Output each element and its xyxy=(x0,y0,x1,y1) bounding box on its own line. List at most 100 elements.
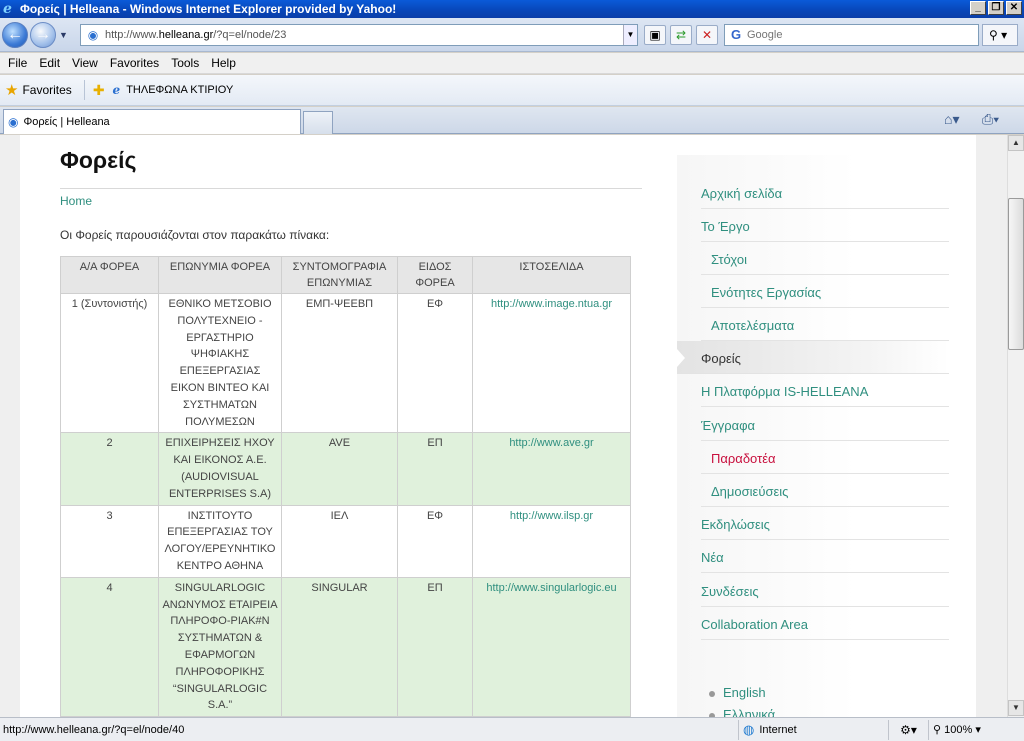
sidebar-item-links[interactable]: Συνδέσεις xyxy=(701,574,949,607)
cell-name: ΕΘΝΙΚΟ ΜΕΤΣΟΒΙΟ ΠΟΛΥΤΕΧΝΕΙΟ - ΕΡΓΑΣΤΗΡΙΟ… xyxy=(158,292,282,434)
url-domain: helleana.gr xyxy=(158,29,214,41)
cell-type: ΕΦ xyxy=(397,292,473,434)
status-bar: http://www.helleana.gr/?q=el/node/40 ◍ In… xyxy=(0,717,1024,741)
website-link[interactable]: http://www.ave.gr xyxy=(509,437,593,449)
maximize-button[interactable]: ❐ xyxy=(988,1,1004,15)
sidebar-item-work-packages[interactable]: Ενότητες Εργασίας xyxy=(701,275,949,308)
forward-button[interactable]: → xyxy=(30,22,56,48)
favorite-link[interactable]: ΤΗΛΕΦΩΝΑ ΚΤΙΡΙΟΥ xyxy=(126,84,233,96)
zoom-icon: ⚲ xyxy=(933,723,942,736)
sidebar-item-news[interactable]: Νέα xyxy=(701,540,949,573)
menu-tools[interactable]: Tools xyxy=(167,56,207,70)
cell-abbreviation: AVE xyxy=(281,432,398,506)
cell-number: 4 xyxy=(60,576,159,717)
language-label: Ελληνικά xyxy=(723,707,776,717)
menu-favorites[interactable]: Favorites xyxy=(106,56,167,70)
back-button[interactable]: ← xyxy=(2,22,28,48)
sidebar-item-publications[interactable]: Δημοσιεύσεις xyxy=(701,474,949,507)
cell-type: ΕΠ xyxy=(397,576,473,717)
website-link[interactable]: http://www.ilsp.gr xyxy=(510,510,593,522)
cell-abbreviation: ΕΜΠ-ΨΕΕΒΠ xyxy=(281,292,398,434)
scroll-up-icon[interactable]: ▲ xyxy=(1008,135,1024,151)
website-link[interactable]: http://www.singularlogic.eu xyxy=(486,582,616,594)
scrollbar-thumb[interactable] xyxy=(1008,198,1024,350)
sidebar-item-partners[interactable]: Φορείς xyxy=(677,341,949,374)
table-row: 4 SINGULARLOGIC ΑΝΩΝΥΜΟΣ ΕΤΑΙΡΕΙΑ ΠΛΗΡΟΦ… xyxy=(60,576,631,717)
header-name: ΕΠΩΝΥΜΙΑ ΦΟΡΕΑ xyxy=(158,256,282,294)
security-zone: ◍ Internet xyxy=(738,719,888,740)
compatibility-view-icon[interactable]: ▣ xyxy=(644,25,666,45)
minimize-button[interactable]: _ xyxy=(970,1,986,15)
tab-active[interactable]: ◉ Φορείς | Helleana xyxy=(3,109,301,134)
status-text: http://www.helleana.gr/?q=el/node/40 xyxy=(3,723,185,736)
zoom-level[interactable]: ⚲ 100% ▾ xyxy=(928,719,1023,740)
history-dropdown-icon[interactable]: ▼ xyxy=(59,30,68,40)
protected-mode-icon[interactable]: ⚙▾ xyxy=(888,719,928,740)
zone-label: Internet xyxy=(759,723,797,736)
header-website: ΙΣΤΟΣΕΛΙΔΑ xyxy=(472,256,631,294)
sidebar-item-goals[interactable]: Στόχοι xyxy=(701,242,949,275)
navigation-bar: ← → ▼ ◉ http://www.helleana.gr/?q=el/nod… xyxy=(0,18,1024,52)
page-icon: ◉ xyxy=(87,28,99,42)
cell-type: ΕΦ xyxy=(397,504,473,578)
language-english[interactable]: English xyxy=(709,685,766,700)
sidebar-item-documents[interactable]: Έγγραφα xyxy=(701,408,949,441)
sidebar-item-results[interactable]: Αποτελέσματα xyxy=(701,308,949,341)
url-suffix: /?q=el/node/23 xyxy=(213,29,287,41)
favorites-separator xyxy=(83,80,85,100)
tab-title: Φορείς | Helleana xyxy=(23,116,110,128)
ie-logo-icon: e xyxy=(3,1,12,17)
search-input[interactable] xyxy=(747,29,978,41)
page-title: Φορείς xyxy=(60,147,137,173)
intro-text: Οι Φορείς παρουσιάζονται στον παρακάτω π… xyxy=(60,228,330,242)
home-icon[interactable]: ⌂▾ xyxy=(944,111,959,128)
search-button[interactable]: ⚲ ▾ xyxy=(982,24,1018,46)
header-type: ΕΙΔΟΣ ΦΟΡΕΑ xyxy=(397,256,473,294)
menu-edit[interactable]: Edit xyxy=(35,56,68,70)
vertical-scrollbar[interactable]: ▲ ▼ xyxy=(1007,135,1024,717)
menu-help[interactable]: Help xyxy=(207,56,244,70)
refresh-icon[interactable]: ⇄ xyxy=(670,25,692,45)
arrow-left-icon: ← xyxy=(7,26,23,43)
url-prefix: http://www. xyxy=(105,29,159,41)
new-tab-button[interactable] xyxy=(303,111,333,134)
sidebar-item-collaboration[interactable]: Collaboration Area xyxy=(701,607,949,640)
language-greek[interactable]: Ελληνικά xyxy=(709,707,775,717)
cell-website: http://www.ilsp.gr xyxy=(472,504,631,578)
cell-name: ΙΝΣΤΙΤΟΥΤΟ ΕΠΕΞΕΡΓΑΣΙΑΣ ΤΟΥ ΛΟΓΟΥ/ΕΡΕΥΝΗ… xyxy=(158,504,282,578)
address-url[interactable]: http://www.helleana.gr/?q=el/node/23 xyxy=(105,29,623,41)
content-viewport: Φορείς Home Οι Φορείς παρουσιάζονται στο… xyxy=(0,135,1007,717)
add-to-favorites-icon[interactable]: ✚ xyxy=(93,82,105,99)
window-titlebar: e Φορείς | Helleana - Windows Internet E… xyxy=(0,0,1024,18)
address-bar[interactable]: ◉ http://www.helleana.gr/?q=el/node/23 ▼ xyxy=(80,24,638,46)
close-button[interactable]: ✕ xyxy=(1006,1,1022,15)
favorites-button[interactable]: Favorites xyxy=(22,83,71,97)
website-link[interactable]: http://www.image.ntua.gr xyxy=(491,298,612,310)
table-row: 3 ΙΝΣΤΙΤΟΥΤΟ ΕΠΕΞΕΡΓΑΣΙΑΣ ΤΟΥ ΛΟΓΟΥ/ΕΡΕΥ… xyxy=(60,504,631,578)
sidebar-item-deliverables[interactable]: Παραδοτέα xyxy=(701,441,949,474)
address-dropdown-icon[interactable]: ▼ xyxy=(623,25,637,45)
sidebar-item-home[interactable]: Αρχική σελίδα xyxy=(701,176,949,209)
language-label: English xyxy=(723,685,766,700)
partners-table: Α/Α ΦΟΡΕΑ ΕΠΩΝΥΜΙΑ ΦΟΡΕΑ ΣΥΝΤΟΜΟΓΡΑΦΙΑ Ε… xyxy=(60,256,631,717)
arrow-right-icon: → xyxy=(35,26,51,43)
print-icon[interactable]: ⎙▾ xyxy=(982,111,999,128)
sidebar-item-platform[interactable]: Η Πλατφόρμα IS-HELLEANA xyxy=(701,374,949,407)
cell-number: 1 (Συντονιστής) xyxy=(60,292,159,434)
menu-file[interactable]: File xyxy=(4,56,35,70)
cell-website: http://www.singularlogic.eu xyxy=(472,576,631,717)
table-row: 2 ΕΠΙΧΕΙΡΗΣΕΙΣ ΗΧΟΥ ΚΑΙ ΕΙΚΟΝΟΣ Α.Ε. (AU… xyxy=(60,432,631,506)
stop-icon[interactable]: ✕ xyxy=(696,25,718,45)
title-divider xyxy=(60,188,642,189)
menu-view[interactable]: View xyxy=(68,56,106,70)
search-box[interactable]: G xyxy=(724,24,979,46)
tab-bar: ◉ Φορείς | Helleana ⌂▾ ⎙▾ xyxy=(0,107,1024,134)
breadcrumb-home[interactable]: Home xyxy=(60,194,92,208)
sidebar-item-project[interactable]: Το Έργο xyxy=(701,209,949,242)
window-title: Φορείς | Helleana - Windows Internet Exp… xyxy=(20,2,397,16)
sidebar-item-events[interactable]: Εκδηλώσεις xyxy=(701,507,949,540)
scroll-down-icon[interactable]: ▼ xyxy=(1008,700,1024,716)
bullet-icon xyxy=(709,690,715,697)
favorites-star-icon[interactable]: ★ xyxy=(5,81,18,99)
favorites-bar: ★ Favorites ✚ e ΤΗΛΕΦΩΝΑ ΚΤΙΡΙΟΥ xyxy=(0,75,1024,106)
